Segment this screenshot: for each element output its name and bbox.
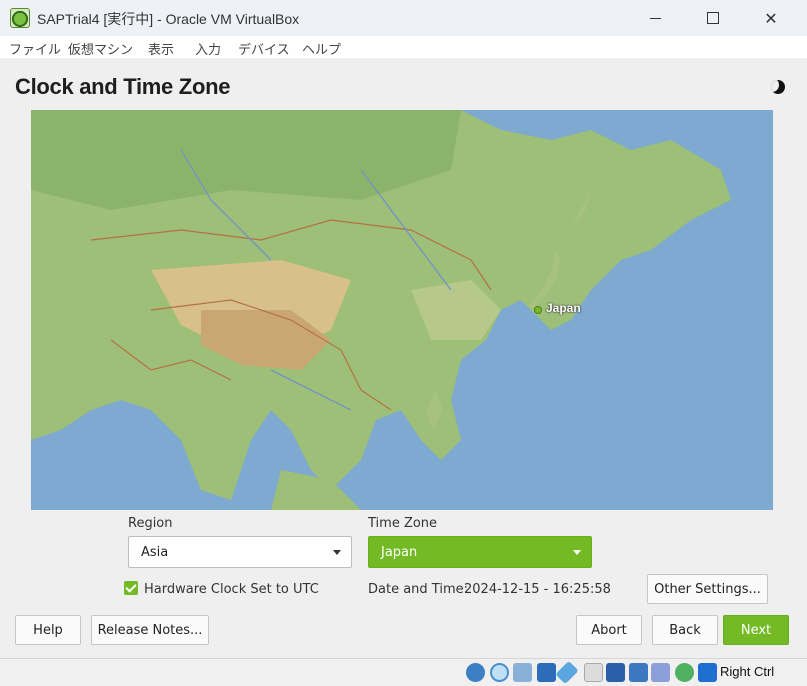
menu-devices[interactable]: デバイス [238,39,290,58]
world-map[interactable]: Japan [31,110,773,510]
menu-help[interactable]: ヘルプ [302,39,341,58]
abort-button[interactable]: Abort [576,615,642,645]
next-button[interactable]: Next [723,615,789,645]
region-label: Region [128,516,173,531]
mouse-integration-icon[interactable] [675,663,694,682]
recording-icon[interactable] [629,663,648,682]
timezone-select[interactable]: Japan [368,536,592,568]
back-button[interactable]: Back [652,615,718,645]
timezone-marker[interactable] [534,306,542,314]
hw-clock-checkbox[interactable] [124,581,138,595]
optical-disk-icon[interactable] [490,663,509,682]
datetime-value: 2024-12-15 - 16:25:58 [464,582,611,597]
audio-icon[interactable] [513,663,532,682]
close-icon[interactable]: ✕ [742,0,800,36]
minimize-icon[interactable] [626,0,684,36]
timezone-value: Japan [381,545,418,560]
menu-view[interactable]: 表示 [148,39,174,58]
menu-file[interactable]: ファイル [9,39,61,58]
map-graphic [31,110,773,510]
menu-input[interactable]: 入力 [195,39,221,58]
virtualbox-vm-icon [10,8,30,28]
chevron-down-icon [333,550,341,555]
disk-icon[interactable] [466,663,485,682]
host-key-label: Right Ctrl [720,664,775,679]
map-location-label: Japan [546,301,581,315]
timezone-label: Time Zone [368,516,438,531]
chevron-down-icon [573,550,581,555]
datetime-label: Date and Time: [368,582,468,597]
region-select[interactable]: Asia [128,536,352,568]
network-icon[interactable] [537,663,556,682]
menu-machine[interactable]: 仮想マシン [68,39,133,58]
usb-icon[interactable] [555,660,579,685]
keyboard-icon[interactable] [698,663,717,682]
cpu-icon[interactable] [651,663,670,682]
hw-clock-label[interactable]: Hardware Clock Set to UTC [144,582,319,597]
window-title: SAPTrial4 [実行中] - Oracle VM VirtualBox [37,11,300,27]
display-icon[interactable] [606,663,625,682]
menu-bar: ファイル 仮想マシン 表示 入力 デバイス ヘルプ [0,36,807,58]
vm-statusbar: Right Ctrl [0,658,807,686]
window-titlebar: SAPTrial4 [実行中] - Oracle VM VirtualBox ✕ [0,0,807,36]
other-settings-button[interactable]: Other Settings... [647,574,768,604]
shared-folder-icon[interactable] [584,663,603,682]
release-notes-button[interactable]: Release Notes... [91,615,209,645]
guest-screen: Clock and Time Zone Japan Region Asia Ti… [0,58,807,658]
page-title: Clock and Time Zone [15,74,231,99]
region-value: Asia [141,545,169,560]
help-button[interactable]: Help [15,615,81,645]
moon-icon[interactable] [771,80,785,94]
maximize-icon[interactable] [684,0,742,36]
